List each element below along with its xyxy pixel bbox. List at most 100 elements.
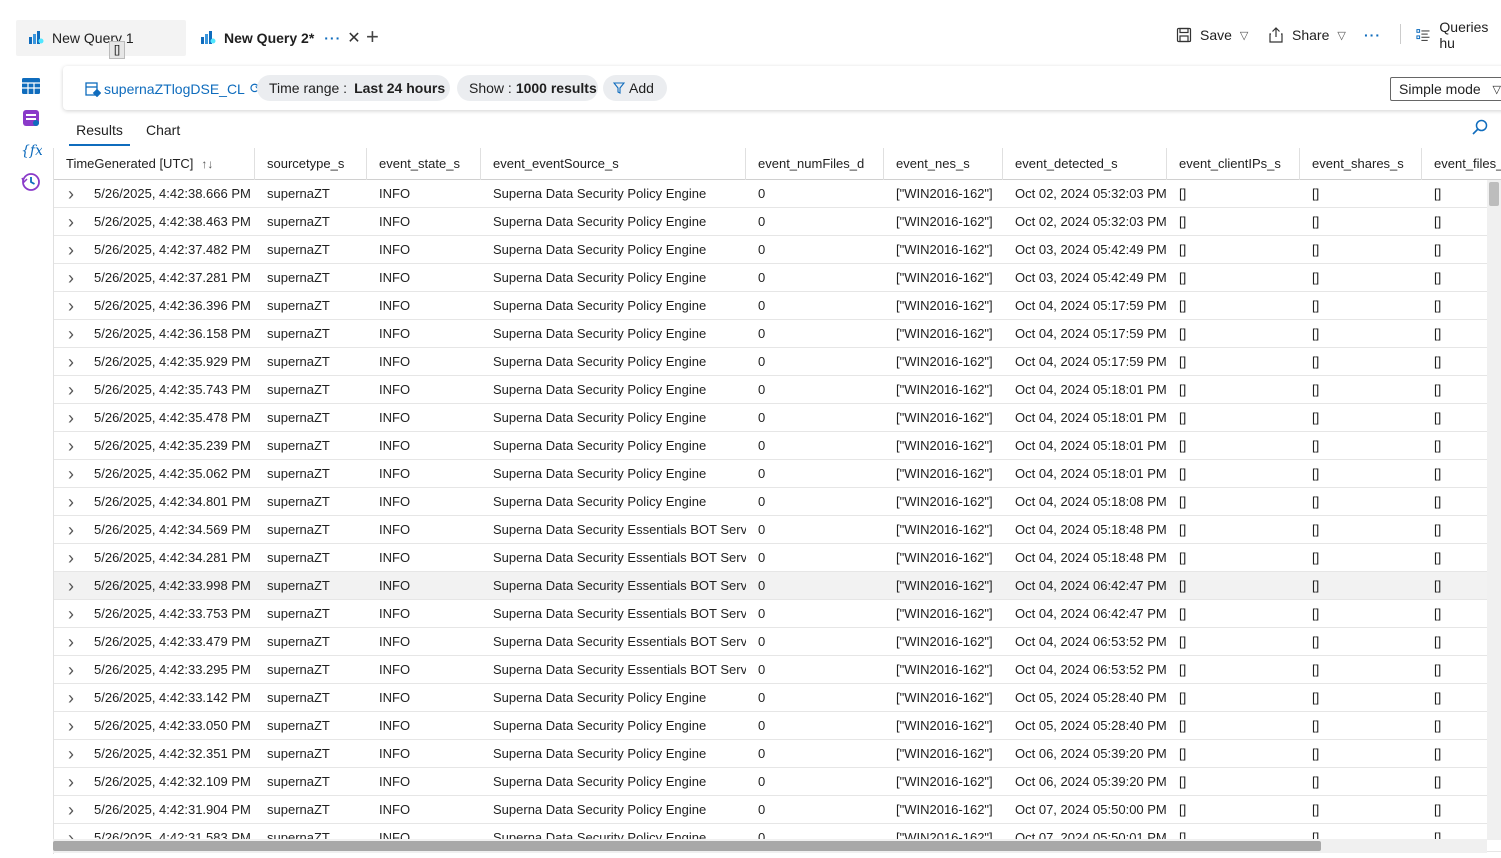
column-header[interactable]: event_shares_s (1300, 148, 1422, 180)
table-row[interactable]: › 5/26/2025, 4:42:33.295 PM supernaZT INFO S… (54, 656, 1501, 684)
chevron-right-icon[interactable]: › (68, 348, 74, 376)
queries-label: Queries hu (1439, 19, 1489, 51)
chevron-right-icon[interactable]: › (68, 292, 74, 320)
chevron-right-icon[interactable]: › (68, 320, 74, 348)
table-row[interactable]: › 5/26/2025, 4:42:34.569 PM supernaZT INFO S… (54, 516, 1501, 544)
chevron-right-icon[interactable]: › (68, 572, 74, 600)
column-header[interactable]: event_clientIPs_s (1167, 148, 1300, 180)
column-header[interactable]: event_detected_s (1003, 148, 1167, 180)
table-cell: INFO (379, 746, 411, 761)
table-row[interactable]: › 5/26/2025, 4:42:33.753 PM supernaZT INFO S… (54, 600, 1501, 628)
table-cell: supernaZT (267, 270, 330, 285)
table-row[interactable]: › 5/26/2025, 4:42:35.478 PM supernaZT INFO S… (54, 404, 1501, 432)
table-cell: 5/26/2025, 4:42:38.463 PM (94, 214, 251, 229)
chevron-right-icon[interactable]: › (68, 404, 74, 432)
chevron-right-icon[interactable]: › (68, 208, 74, 236)
table-selector[interactable]: supernaZTlogDSE_CL ⟳ (85, 80, 262, 97)
column-header[interactable]: event_eventSource_s (481, 148, 746, 180)
table-row[interactable]: › 5/26/2025, 4:42:35.929 PM supernaZT INFO S… (54, 348, 1501, 376)
add-filter-button[interactable]: Add (603, 75, 667, 101)
tables-icon[interactable] (20, 75, 42, 97)
table-row[interactable]: › 5/26/2025, 4:42:31.904 PM supernaZT INFO S… (54, 796, 1501, 824)
chevron-right-icon[interactable]: › (68, 432, 74, 460)
chevron-right-icon[interactable]: › (68, 264, 74, 292)
sort-icon[interactable]: ↑↓ (201, 157, 213, 171)
tab-more-options[interactable]: ··· (324, 30, 341, 46)
vertical-scrollbar[interactable] (1487, 180, 1501, 840)
table-row[interactable]: › 5/26/2025, 4:42:35.743 PM supernaZT INFO S… (54, 376, 1501, 404)
table-cell: ["WIN2016-162"] (896, 690, 993, 705)
column-header[interactable]: event_nes_s (884, 148, 1003, 180)
table-row[interactable]: › 5/26/2025, 4:42:32.351 PM supernaZT INFO S… (54, 740, 1501, 768)
table-cell: ["WIN2016-162"] (896, 774, 993, 789)
chevron-right-icon[interactable]: › (68, 460, 74, 488)
chevron-right-icon[interactable]: › (68, 768, 74, 796)
chevron-right-icon[interactable]: › (68, 516, 74, 544)
chevron-right-icon[interactable]: › (68, 684, 74, 712)
table-cell: [] (1179, 746, 1187, 761)
column-header[interactable]: event_files_s (1422, 148, 1501, 180)
table-row[interactable]: › 5/26/2025, 4:42:32.109 PM supernaZT INFO S… (54, 768, 1501, 796)
table-cell: 0 (758, 354, 766, 369)
save-button[interactable]: Save ▽ (1176, 24, 1248, 46)
table-row[interactable]: › 5/26/2025, 4:42:37.482 PM supernaZT INFO S… (54, 236, 1501, 264)
table-row[interactable]: › 5/26/2025, 4:42:33.142 PM supernaZT INFO S… (54, 684, 1501, 712)
table-cell: [] (1312, 662, 1320, 677)
tab-chart[interactable]: Chart (146, 122, 180, 146)
show-results-pill[interactable]: Show : 1000 results (457, 75, 598, 101)
horizontal-scroll-thumb[interactable] (53, 841, 1321, 851)
table-row[interactable]: › 5/26/2025, 4:42:33.479 PM supernaZT INFO S… (54, 628, 1501, 656)
table-row[interactable]: › 5/26/2025, 4:42:33.998 PM supernaZT INFO S… (54, 572, 1501, 600)
table-cell: [] (1312, 382, 1320, 397)
close-icon[interactable]: ✕ (347, 28, 360, 48)
table-row[interactable]: › 5/26/2025, 4:42:38.463 PM supernaZT INFO S… (54, 208, 1501, 236)
table-row[interactable]: › 5/26/2025, 4:42:35.062 PM supernaZT INFO S… (54, 460, 1501, 488)
chevron-right-icon[interactable]: › (68, 628, 74, 656)
table-row[interactable]: › 5/26/2025, 4:42:34.801 PM supernaZT INFO S… (54, 488, 1501, 516)
table-cell: [] (1312, 186, 1320, 201)
search-icon[interactable] (1470, 118, 1490, 138)
chevron-right-icon[interactable]: › (68, 236, 74, 264)
add-tab-button[interactable]: + (366, 26, 379, 48)
horizontal-scrollbar[interactable] (53, 839, 1487, 853)
table-cell: 0 (758, 494, 766, 509)
tab-new-query-2[interactable]: New Query 2* ··· ✕ (188, 20, 361, 56)
history-icon[interactable] (20, 171, 42, 193)
chevron-right-icon[interactable]: › (68, 712, 74, 740)
chevron-right-icon[interactable]: › (68, 488, 74, 516)
chevron-right-icon[interactable]: › (68, 600, 74, 628)
functions-icon[interactable]: {fx} (20, 139, 52, 161)
table-row[interactable]: › 5/26/2025, 4:42:36.396 PM supernaZT INFO S… (54, 292, 1501, 320)
table-cell: Oct 04, 2024 05:17:59 PM (1015, 354, 1167, 369)
chevron-right-icon[interactable]: › (68, 544, 74, 572)
table-cell: Superna Data Security Policy Engine (493, 718, 707, 733)
table-row[interactable]: › 5/26/2025, 4:42:33.050 PM supernaZT INFO S… (54, 712, 1501, 740)
table-row[interactable]: › 5/26/2025, 4:42:36.158 PM supernaZT INFO S… (54, 320, 1501, 348)
mode-dropdown[interactable]: Simple mode ▽ (1390, 77, 1501, 101)
table-cell: 5/26/2025, 4:42:36.396 PM (94, 298, 251, 313)
tab-results[interactable]: Results (69, 122, 130, 146)
table-row[interactable]: › 5/26/2025, 4:42:37.281 PM supernaZT INFO S… (54, 264, 1501, 292)
chevron-right-icon[interactable]: › (68, 376, 74, 404)
share-button[interactable]: Share ▽ (1268, 24, 1346, 46)
table-cell: INFO (379, 802, 411, 817)
table-row[interactable]: › 5/26/2025, 4:42:38.666 PM supernaZT INFO S… (54, 180, 1501, 208)
table-row[interactable]: › 5/26/2025, 4:42:34.281 PM supernaZT INFO S… (54, 544, 1501, 572)
vertical-scroll-thumb[interactable] (1489, 182, 1499, 206)
time-range-pill[interactable]: Time range : Last 24 hours (257, 75, 450, 101)
queries-hub-button[interactable]: Queries hu (1416, 19, 1501, 51)
table-row[interactable]: › 5/26/2025, 4:42:35.239 PM supernaZT INFO S… (54, 432, 1501, 460)
chevron-right-icon[interactable]: › (68, 180, 74, 208)
chevron-right-icon[interactable]: › (68, 796, 74, 824)
queries-icon[interactable] (20, 107, 42, 129)
table-cell: supernaZT (267, 522, 330, 537)
column-header[interactable]: TimeGenerated [UTC] ↑↓ (54, 148, 255, 180)
more-actions-button[interactable]: ··· (1364, 24, 1381, 46)
chevron-right-icon[interactable]: › (68, 656, 74, 684)
column-header[interactable]: event_state_s (367, 148, 481, 180)
tab-new-query-1[interactable]: New Query 1 (16, 20, 186, 56)
table-cell: INFO (379, 718, 411, 733)
column-header[interactable]: sourcetype_s (255, 148, 367, 180)
column-header[interactable]: event_numFiles_d (746, 148, 884, 180)
chevron-right-icon[interactable]: › (68, 740, 74, 768)
